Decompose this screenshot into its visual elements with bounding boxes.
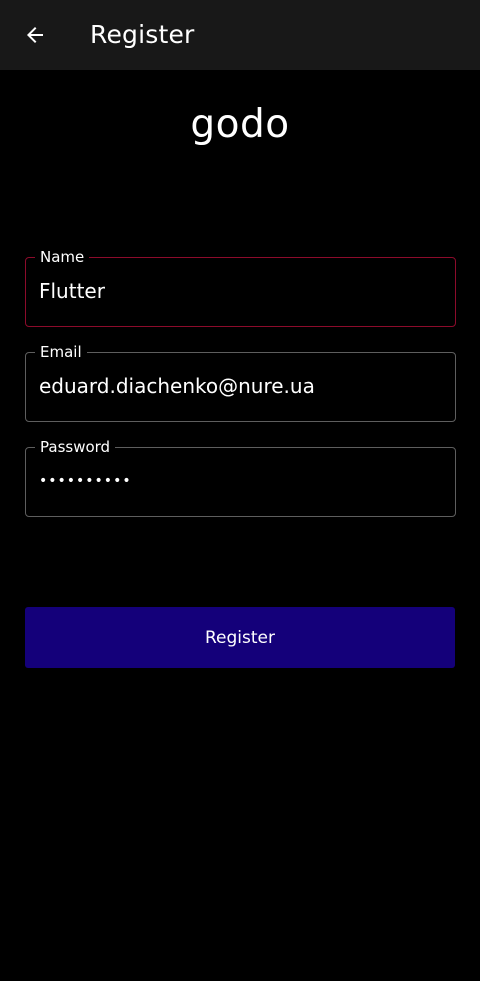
email-field[interactable]: Email	[25, 342, 456, 422]
app-bar: Register	[0, 0, 480, 70]
register-button[interactable]: Register	[25, 607, 455, 668]
register-screen: Register godo Name Email Password Regist…	[0, 0, 480, 981]
back-button[interactable]	[14, 14, 56, 56]
password-input[interactable]	[39, 448, 444, 515]
app-bar-title: Register	[90, 20, 195, 49]
arrow-left-icon	[27, 27, 43, 43]
app-logo-text: godo	[190, 102, 290, 147]
email-input[interactable]	[39, 353, 444, 420]
password-field[interactable]: Password	[25, 437, 456, 517]
name-field[interactable]: Name	[25, 247, 456, 327]
name-input[interactable]	[39, 258, 444, 325]
